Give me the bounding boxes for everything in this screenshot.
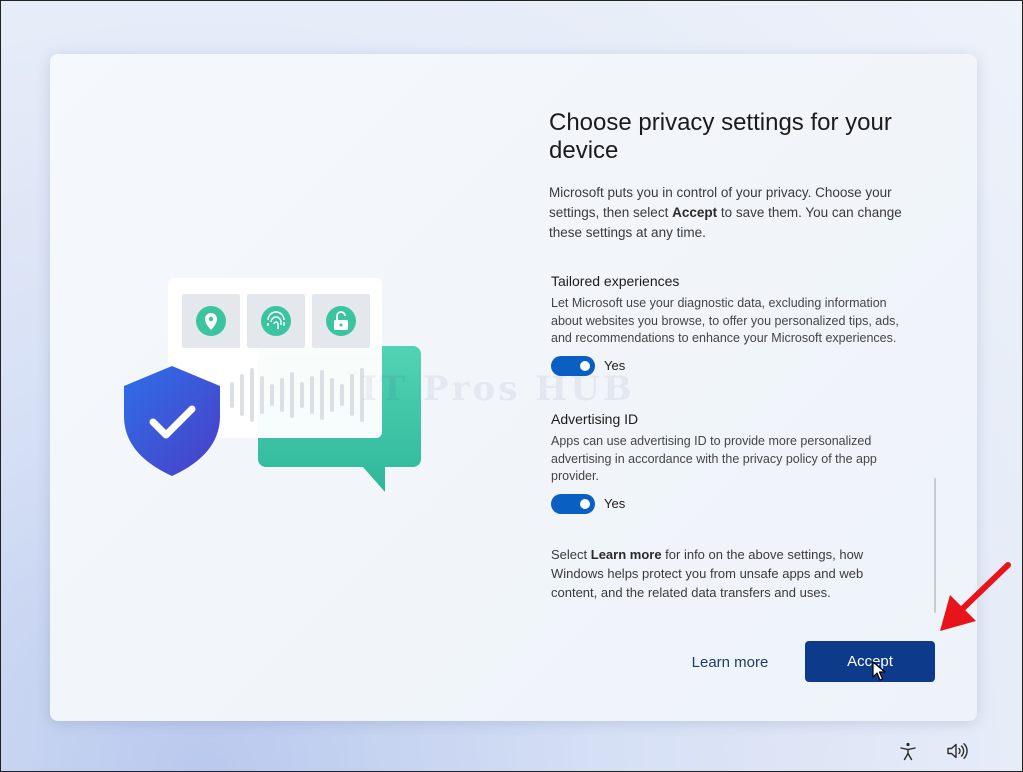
annotation-arrow-icon (940, 562, 1011, 631)
toggle-label: Yes (604, 496, 626, 511)
footnote-bold: Learn more (590, 547, 662, 562)
setting-tailored-experiences: Tailored experiences Let Microsoft use y… (551, 273, 901, 376)
toggle-row: Yes (551, 355, 901, 376)
footnote-text: Select Learn more for info on the above … (551, 545, 901, 602)
intro-text-bold: Accept (672, 205, 718, 220)
volume-icon[interactable] (945, 741, 969, 761)
content-panel: Choose privacy settings for your device … (549, 109, 919, 243)
setting-description: Let Microsoft use your diagnostic data, … (551, 296, 899, 345)
setting-title: Advertising ID (551, 411, 639, 427)
oobe-dialog: Choose privacy settings for your device … (50, 54, 977, 721)
footnote-before: Select (551, 547, 591, 562)
location-pin-icon (182, 294, 240, 348)
setting-advertising-id: Advertising ID Apps can use advertising … (551, 411, 901, 514)
unlock-icon (312, 294, 370, 348)
advertising-id-toggle[interactable] (551, 493, 595, 514)
setting-description: Apps can use advertising ID to provide m… (551, 434, 877, 483)
fingerprint-icon (247, 294, 305, 348)
toggle-label: Yes (604, 358, 626, 373)
accept-button[interactable]: Accept (805, 641, 935, 682)
toggle-row: Yes (551, 493, 901, 514)
privacy-illustration (124, 278, 421, 492)
page-title: Choose privacy settings for your device (549, 109, 892, 164)
accessibility-icon[interactable] (896, 741, 920, 761)
setting-title: Tailored experiences (551, 273, 680, 289)
tailored-experiences-toggle[interactable] (551, 355, 595, 376)
learn-more-button[interactable]: Learn more (673, 642, 787, 682)
shield-check-icon (124, 366, 220, 476)
intro-text: Microsoft puts you in control of your pr… (549, 183, 919, 243)
